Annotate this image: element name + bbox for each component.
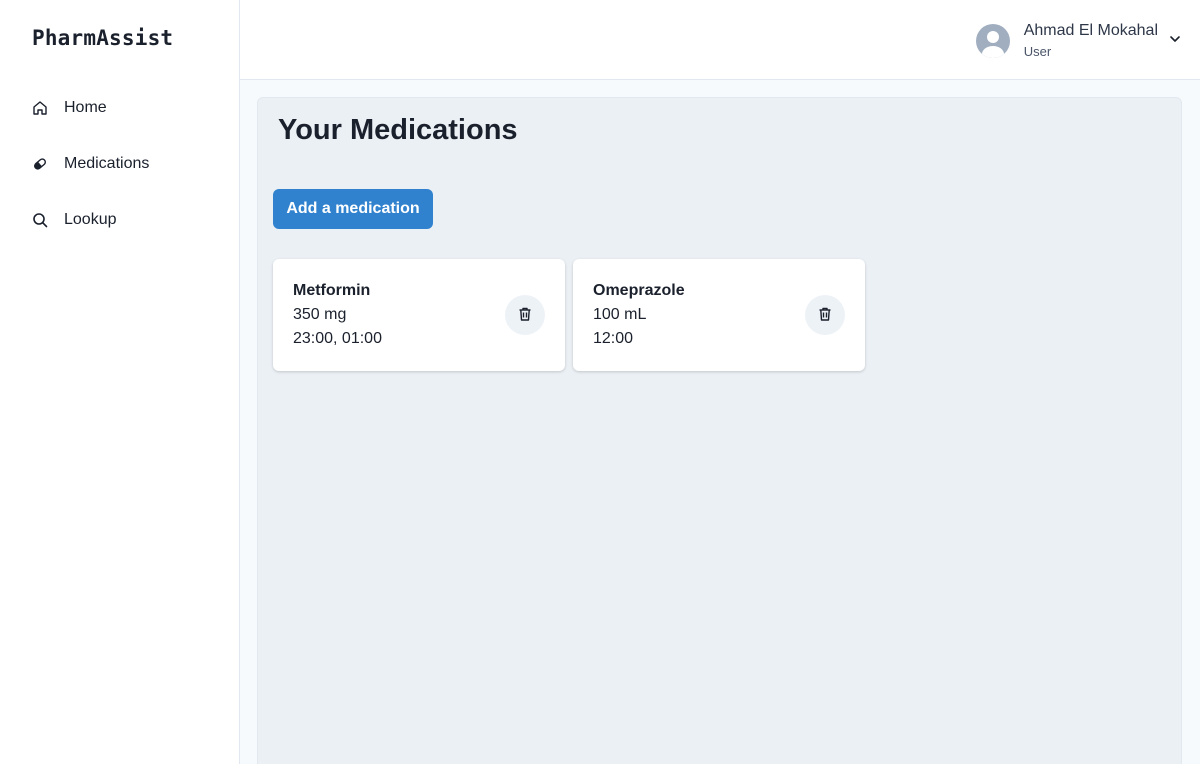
medication-name: Metformin xyxy=(293,282,371,299)
medication-card: Metformin 350 mg 23:00, 01:00 xyxy=(273,259,565,371)
home-icon xyxy=(32,100,48,116)
app-root: PharmAssist Home Medications Lookup Ahma… xyxy=(0,0,1200,764)
sidebar-item-label: Home xyxy=(64,99,107,116)
user-avatar-icon xyxy=(975,24,1010,58)
search-icon xyxy=(32,212,48,228)
trash-icon xyxy=(817,306,833,325)
delete-medication-button[interactable] xyxy=(805,295,845,335)
page-title: Your Medications xyxy=(278,114,518,146)
sidebar-item-lookup[interactable]: Lookup xyxy=(16,196,224,244)
sidebar-item-label: Medications xyxy=(64,155,150,172)
user-menu[interactable]: Ahmad El Mokahal User xyxy=(975,18,1182,64)
user-info: Ahmad El Mokahal User xyxy=(1024,20,1158,62)
medication-times: 23:00, 01:00 xyxy=(293,330,382,347)
add-medication-button[interactable]: Add a medication xyxy=(273,189,433,229)
sidebar-nav: Home Medications Lookup xyxy=(16,84,224,252)
delete-medication-button[interactable] xyxy=(505,295,545,335)
brand-logo[interactable]: PharmAssist xyxy=(32,26,173,50)
medication-list: Metformin 350 mg 23:00, 01:00 Omeprazole… xyxy=(273,259,873,371)
medication-times: 12:00 xyxy=(593,330,634,347)
pill-icon xyxy=(32,156,48,172)
user-role: User xyxy=(1023,44,1052,59)
medication-name: Omeprazole xyxy=(593,282,685,299)
sidebar-item-medications[interactable]: Medications xyxy=(16,140,224,188)
sidebar: PharmAssist Home Medications Lookup xyxy=(0,0,240,764)
medication-card: Omeprazole 100 mL 12:00 xyxy=(573,259,865,371)
chevron-down-icon[interactable] xyxy=(1168,32,1182,51)
user-name: Ahmad El Mokahal xyxy=(1023,22,1158,39)
sidebar-item-home[interactable]: Home xyxy=(16,84,224,132)
top-header: Ahmad El Mokahal User xyxy=(240,0,1200,80)
sidebar-item-label: Lookup xyxy=(64,211,117,228)
trash-icon xyxy=(517,306,533,325)
